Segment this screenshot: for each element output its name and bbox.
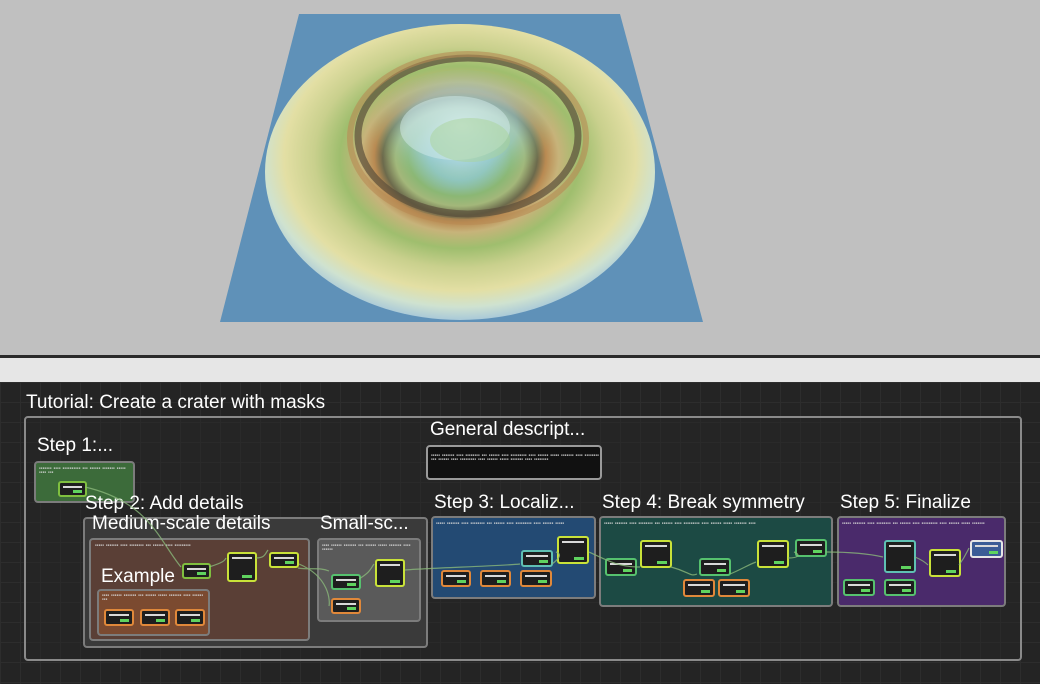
localize-node-2[interactable] [480,570,511,587]
example-frame[interactable]: ▪▪▪▪ ▪▪▪▪▪▪ ▪▪▪▪▪▪▪ ▪▪▪ ▪▪▪▪▪▪ ▪▪▪▪▪ ▪▪▪… [97,589,210,636]
3d-viewport[interactable] [0,0,1040,355]
step5-frame[interactable]: ▪▪▪▪▪ ▪▪▪▪▪▪▪ ▪▪▪▪ ▪▪▪▪▪▪▪▪ ▪▪▪ ▪▪▪▪▪▪ ▪… [837,516,1006,607]
general-description-title: General descript... [430,419,586,440]
localize-node-3[interactable] [520,570,552,587]
step4-frame[interactable]: ▪▪▪▪▪ ▪▪▪▪▪▪▪ ▪▪▪▪ ▪▪▪▪▪▪▪▪ ▪▪▪ ▪▪▪▪▪▪ ▪… [599,516,833,607]
small-noise-node[interactable] [331,574,361,590]
example-title: Example [101,566,175,587]
small-details-title: Small-sc... [320,513,409,534]
medium-details-title: Medium-scale details [92,513,271,534]
noise-node[interactable] [182,563,211,579]
small-blend-node[interactable] [375,559,405,587]
combine-node[interactable] [269,552,299,568]
symmetry-output-node[interactable] [795,539,827,557]
example-node-1[interactable] [104,609,134,626]
symmetry-node-2[interactable] [718,579,750,597]
step2-title: Step 2: Add details [85,493,244,514]
step1-title: Step 1:... [37,435,114,456]
step3-title: Step 3: Localiz... [434,492,575,513]
symmetry-blend-node[interactable] [757,540,789,568]
small-mask-node[interactable] [331,598,361,614]
general-description-frame[interactable]: ▪▪▪▪▪ ▪▪▪▪▪▪▪ ▪▪▪▪ ▪▪▪▪▪▪▪▪ ▪▪▪ ▪▪▪▪▪▪ ▪… [426,445,602,480]
node-graph-canvas[interactable]: Tutorial: Create a crater with masks Ste… [0,382,1040,684]
localize-blend-node[interactable] [557,536,589,564]
crater-terrain-render [220,14,703,322]
example-node-3[interactable] [175,609,205,626]
crater-generator-node[interactable] [58,481,87,497]
localize-node-1[interactable] [441,570,471,587]
finalize-mask-node[interactable] [884,579,916,596]
panel-splitter[interactable] [0,358,1040,382]
symmetry-warp-node[interactable] [640,540,672,568]
small-details-frame[interactable]: ▪▪▪▪ ▪▪▪▪▪▪ ▪▪▪▪▪▪▪ ▪▪▪ ▪▪▪▪▪▪ ▪▪▪▪▪ ▪▪▪… [317,538,421,622]
graph-title: Tutorial: Create a crater with masks [26,392,326,413]
finalize-input-node[interactable] [843,579,875,596]
localize-mask-node[interactable] [521,550,553,567]
blend-node[interactable] [227,552,257,582]
symmetry-mask-node[interactable] [699,558,731,576]
step4-title: Step 4: Break symmetry [602,492,805,513]
symmetry-node-1[interactable] [683,579,715,597]
symmetry-noise-node[interactable] [605,558,637,576]
example-node-2[interactable] [140,609,170,626]
step3-frame[interactable]: ▪▪▪▪▪ ▪▪▪▪▪▪▪ ▪▪▪▪ ▪▪▪▪▪▪▪▪ ▪▪▪ ▪▪▪▪▪▪ ▪… [431,516,596,599]
finalize-erosion-node[interactable] [884,540,916,573]
finalize-blend-node[interactable] [929,549,961,577]
step5-title: Step 5: Finalize [840,492,971,513]
terrain-output-node[interactable] [970,540,1003,558]
